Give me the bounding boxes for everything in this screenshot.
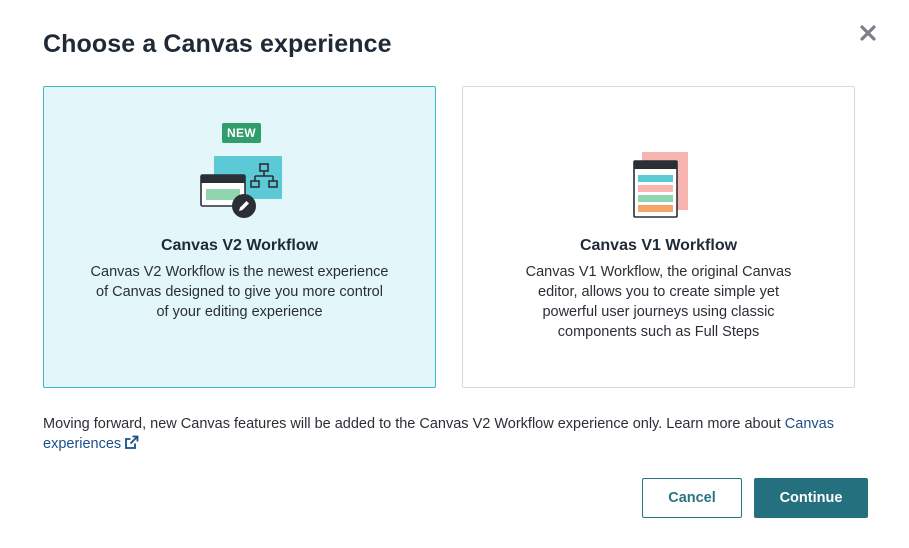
option-card-v2-workflow[interactable]: NEW Canvas V2 Workflow Canvas V2 Workflo… [43,86,436,388]
new-badge: NEW [222,123,261,143]
flow-editor-illustration [200,156,282,218]
continue-button[interactable]: Continue [754,478,868,518]
option-card-v1-workflow[interactable]: Canvas V1 Workflow Canvas V1 Workflow, t… [462,86,855,388]
footer-note: Moving forward, new Canvas features will… [43,414,863,454]
option-description: Canvas V1 Workflow, the original Canvas … [525,264,792,340]
choose-canvas-dialog: Choose a Canvas experience NEW Canvas V2… [0,0,909,548]
cancel-button[interactable]: Cancel [642,478,742,518]
close-button[interactable] [855,20,881,46]
option-title: Canvas V1 Workflow [579,237,738,254]
option-title: Canvas V2 Workflow [160,237,319,254]
option-description: Canvas V2 Workflow is the newest experie… [90,264,389,320]
close-icon [860,25,876,41]
steps-list-illustration [633,152,688,218]
footer-note-text: Moving forward, new Canvas features will… [43,416,785,432]
dialog-title: Choose a Canvas experience [43,30,392,58]
external-link-icon [125,435,139,449]
